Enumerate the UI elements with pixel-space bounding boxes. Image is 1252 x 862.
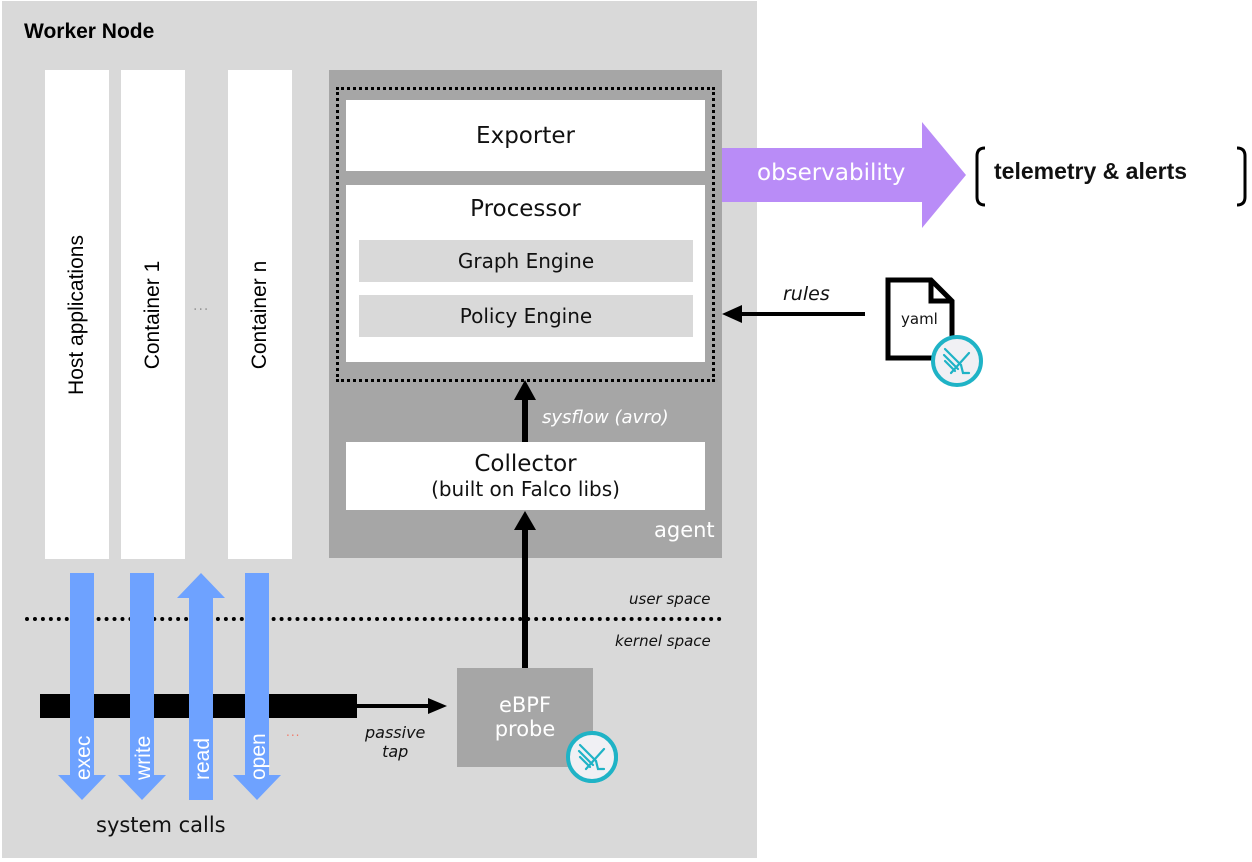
write-label: write [132,736,155,781]
rules-label: rules [783,283,830,305]
passive-tap-label: passive tap [365,723,425,761]
probe-to-collector-head [514,511,536,530]
ebpf-probe-box: eBPF probe [457,668,593,767]
left-bracket [975,146,986,207]
diagram-overlay: exec write read open [58,122,1247,800]
more-syscalls-ellipsis: ... [286,725,301,739]
exec-label: exec [72,736,95,780]
passive-label: passive [365,723,426,742]
system-calls-label: system calls [96,813,226,837]
collector-to-processor-head [514,380,536,400]
probe-label: probe [494,716,556,741]
yaml-label: yaml [901,310,938,328]
passive-tap-arrow-head [428,698,447,714]
open-label: open [247,733,270,780]
observability-label: observability [757,160,906,186]
falco-logo-icon [931,335,983,387]
read-label: read [191,738,214,780]
ebpf-label: eBPF [498,693,552,718]
right-bracket [1236,146,1247,207]
tap-label: tap [382,742,409,762]
rules-arrow-head [722,305,742,323]
telemetry-alerts-label: telemetry & alerts [994,158,1188,184]
